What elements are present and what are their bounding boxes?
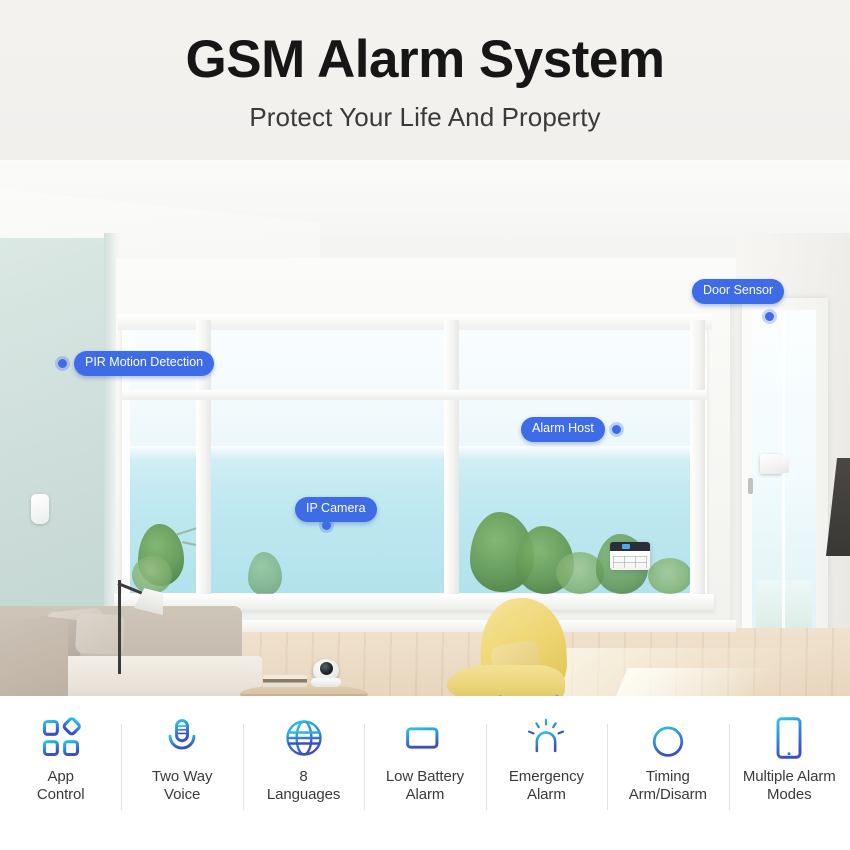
callout-door-sensor[interactable]: Door Sensor bbox=[692, 279, 785, 304]
header: GSM Alarm System Protect Your Life And P… bbox=[0, 0, 850, 160]
feature-label: App Control bbox=[37, 768, 85, 805]
alarm-host-keypad bbox=[613, 556, 647, 568]
window-transom bbox=[122, 390, 707, 400]
feature-app-control[interactable]: App Control bbox=[0, 716, 121, 805]
feature-label: Emergency Alarm bbox=[509, 768, 584, 805]
feature-label-line1: Emergency bbox=[508, 768, 584, 785]
door-glazing-bar bbox=[782, 310, 785, 678]
siren-icon bbox=[528, 718, 565, 756]
feature-label-line1: Low Battery bbox=[385, 768, 465, 785]
feature-label: 8 Languages bbox=[267, 768, 340, 805]
callout-label: Alarm Host bbox=[521, 417, 605, 442]
feature-timing-arm-disarm[interactable]: Timing Arm/Disarm bbox=[607, 716, 728, 810]
callout-ip-camera[interactable]: IP Camera bbox=[295, 497, 377, 522]
feature-label-line2: Modes bbox=[766, 786, 812, 804]
feature-multiple-alarm-modes[interactable]: Multiple Alarm Modes bbox=[728, 716, 850, 810]
feature-label: Timing Arm/Disarm bbox=[629, 768, 707, 805]
callout-pin-icon bbox=[611, 424, 621, 434]
callout-label: Door Sensor bbox=[692, 279, 785, 304]
callout-pin-ip-camera-icon bbox=[322, 521, 331, 530]
feature-label-line1: Multiple Alarm bbox=[742, 768, 836, 785]
feature-label-line1: Timing bbox=[645, 768, 690, 785]
ip-camera-base bbox=[311, 678, 341, 687]
feature-label-line2: Voice bbox=[164, 786, 201, 804]
smartphone-icon bbox=[776, 717, 802, 759]
feature-label-line2: Alarm bbox=[405, 786, 445, 804]
callout-pir-motion-detection[interactable]: PIR Motion Detection bbox=[58, 351, 215, 376]
microphone-icon bbox=[168, 719, 196, 756]
feature-label-line2: Arm/Disarm bbox=[628, 786, 707, 804]
window-shrub-right2 bbox=[648, 558, 692, 594]
callout-pin-door-sensor-icon bbox=[765, 312, 774, 321]
window-mullion-2 bbox=[444, 320, 459, 600]
door-sensor-magnet bbox=[782, 456, 789, 473]
alarm-host-indicator bbox=[622, 544, 630, 549]
lounge-chair-seat bbox=[447, 665, 565, 696]
ocean-horizon-glare bbox=[130, 446, 700, 460]
feature-label: Two Way Voice bbox=[151, 768, 213, 805]
feature-bar: App Control Two Way Voice 8 Languages Lo… bbox=[0, 696, 850, 850]
pir-motion-sensor-device bbox=[31, 494, 49, 524]
table-books bbox=[263, 675, 307, 687]
feature-label-line1: App bbox=[47, 768, 74, 785]
feature-label: Multiple Alarm Modes bbox=[743, 768, 836, 805]
ip-camera-lens bbox=[320, 662, 333, 675]
feature-emergency-alarm[interactable]: Emergency Alarm bbox=[485, 716, 607, 810]
feature-label-line1: 8 bbox=[299, 768, 308, 785]
page-title: GSM Alarm System bbox=[185, 30, 666, 89]
left-accent-wall bbox=[0, 238, 116, 668]
feature-8-languages[interactable]: 8 Languages bbox=[242, 716, 364, 810]
feature-label-line2: Languages bbox=[266, 786, 341, 804]
callout-alarm-host[interactable]: Alarm Host bbox=[521, 417, 621, 442]
stopwatch-icon bbox=[652, 719, 683, 757]
window-shrub-left bbox=[132, 556, 172, 594]
globe-icon bbox=[285, 720, 322, 756]
door-sensor-device bbox=[760, 454, 782, 474]
sofa-armrest bbox=[0, 618, 68, 696]
battery-icon bbox=[406, 727, 443, 749]
callout-label: IP Camera bbox=[295, 497, 377, 522]
window-mullion-3 bbox=[690, 320, 705, 600]
feature-label-line2: Alarm bbox=[527, 786, 566, 804]
app-control-icon bbox=[42, 717, 81, 757]
feature-label-line1: Two Way bbox=[151, 768, 213, 785]
callout-label: PIR Motion Detection bbox=[74, 351, 215, 376]
feature-label-line2: Control bbox=[36, 786, 85, 804]
product-marketing-image: PIR Motion Detection Door Sensor Alarm H… bbox=[0, 0, 850, 850]
page-subtitle: Protect Your Life And Property bbox=[249, 101, 601, 132]
living-room-photo bbox=[0, 128, 850, 696]
feature-two-way-voice[interactable]: Two Way Voice bbox=[121, 716, 242, 810]
door-handle bbox=[748, 478, 753, 494]
feature-low-battery-alarm[interactable]: Low Battery Alarm bbox=[364, 716, 485, 810]
callout-pin-icon bbox=[58, 358, 67, 368]
feature-label: Low Battery Alarm bbox=[386, 768, 464, 805]
floor-lamp-pole bbox=[118, 580, 121, 674]
